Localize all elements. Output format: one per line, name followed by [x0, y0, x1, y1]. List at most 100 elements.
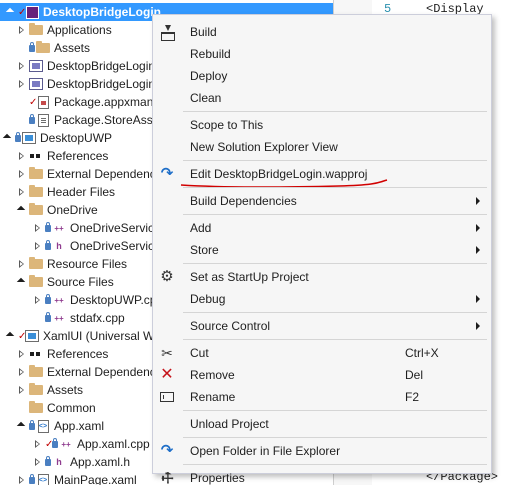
- collapse-arrow-icon[interactable]: [33, 439, 43, 449]
- menu-item-cut[interactable]: ✂ Cut Ctrl+X: [153, 342, 491, 364]
- menu-item-label: Clean: [190, 91, 222, 105]
- xaml-icon: <>: [36, 473, 50, 485]
- lock-icon: [45, 455, 51, 466]
- collapse-arrow-icon[interactable]: [17, 475, 27, 485]
- collapse-arrow-icon[interactable]: [17, 61, 27, 71]
- menu-item-open-folder-in-file-explorer[interactable]: ↷ Open Folder in File Explorer: [153, 440, 491, 462]
- folder-icon: [29, 257, 43, 271]
- expand-arrow-icon[interactable]: [17, 277, 27, 287]
- tree-item-label: OneDrive: [47, 203, 98, 217]
- redo-icon: ↷: [160, 165, 174, 182]
- menu-separator: [183, 410, 487, 411]
- menu-item-scope-to-this[interactable]: Scope to This: [153, 114, 491, 136]
- menu-separator: [183, 437, 487, 438]
- menu-item-rename[interactable]: Rename F2: [153, 386, 491, 408]
- tree-item-label: References: [47, 149, 109, 163]
- scissors-icon: ✂: [161, 345, 173, 361]
- collapse-arrow-icon[interactable]: [17, 169, 27, 179]
- context-menu: Build Rebuild Deploy Clean Scope to This New …: [152, 14, 492, 485]
- lock-icon: [29, 113, 35, 124]
- lock-icon: [29, 419, 35, 430]
- menu-item-debug[interactable]: Debug: [153, 288, 491, 310]
- tree-item-label: References: [47, 347, 109, 361]
- collapse-arrow-icon[interactable]: [33, 295, 43, 305]
- expand-arrow-icon[interactable]: [6, 7, 16, 17]
- menu-item-set-as-startup-project[interactable]: ⚙ Set as StartUp Project: [153, 266, 491, 288]
- menu-item-label: Deploy: [190, 69, 228, 83]
- expand-arrow-icon[interactable]: [17, 205, 27, 215]
- rename-icon: [159, 389, 175, 405]
- collapse-arrow-icon[interactable]: [17, 349, 27, 359]
- menu-item-source-control[interactable]: Source Control: [153, 315, 491, 337]
- cpp-icon: ++: [54, 223, 64, 233]
- collapse-arrow-icon[interactable]: [33, 223, 43, 233]
- tree-item-label: Header Files: [47, 185, 116, 199]
- references-icon: [29, 347, 43, 361]
- tree-item-label: DesktopBridgeLogin: [47, 77, 156, 91]
- collapse-arrow-icon[interactable]: [17, 367, 27, 377]
- collapse-arrow-icon[interactable]: [17, 79, 27, 89]
- menu-item-label: Add: [190, 221, 212, 235]
- menu-item-store[interactable]: Store: [153, 239, 491, 261]
- menu-item-label: Source Control: [190, 319, 271, 333]
- menu-item-label: Cut: [190, 346, 209, 360]
- collapse-arrow-icon[interactable]: [33, 457, 43, 467]
- collapse-arrow-icon[interactable]: [33, 241, 43, 251]
- folder-icon: [36, 41, 50, 55]
- menu-item-shortcut: Del: [405, 368, 424, 382]
- gear-icon: ⚙: [160, 268, 174, 285]
- lock-icon: [45, 239, 51, 250]
- menu-item-unload-project[interactable]: Unload Project: [153, 413, 491, 435]
- menu-item-build[interactable]: Build: [153, 21, 491, 43]
- expand-arrow-icon[interactable]: [6, 331, 16, 341]
- menu-separator: [183, 111, 487, 112]
- menu-item-shortcut: F2: [405, 390, 420, 404]
- menu-item-properties[interactable]: ⚒ Properties: [153, 467, 491, 485]
- submenu-arrow-icon: [476, 246, 480, 254]
- menu-item-rebuild[interactable]: Rebuild: [153, 43, 491, 65]
- menu-item-remove[interactable]: ✕ Remove Del: [153, 364, 491, 386]
- tree-item-label: Applications: [47, 23, 112, 37]
- menu-item-label: Rebuild: [190, 47, 231, 61]
- xaml-icon: <>: [36, 419, 50, 433]
- tree-item-label: DesktopUWP.cpp: [70, 293, 164, 307]
- menu-item-deploy[interactable]: Deploy: [153, 65, 491, 87]
- collapse-arrow-icon[interactable]: [17, 187, 27, 197]
- collapse-arrow-icon[interactable]: [17, 259, 27, 269]
- collapse-arrow-icon[interactable]: [17, 25, 27, 35]
- menu-item-label: Rename: [190, 390, 236, 404]
- collapse-arrow-icon[interactable]: [17, 385, 27, 395]
- menu-item-label: Set as StartUp Project: [190, 270, 309, 284]
- collapse-arrow-icon[interactable]: [17, 151, 27, 161]
- menu-item-add[interactable]: Add: [153, 217, 491, 239]
- pending-change-check-icon: ✓: [18, 330, 27, 342]
- menu-item-edit-desktopbridgelogin-wapproj[interactable]: ↷ Edit DesktopBridgeLogin.wapproj: [153, 163, 491, 188]
- menu-item-label: Scope to This: [190, 118, 264, 132]
- lock-icon: [15, 131, 21, 142]
- menu-item-clean[interactable]: Clean: [153, 87, 491, 109]
- menu-item-build-dependencies[interactable]: Build Dependencies: [153, 190, 491, 212]
- menu-item-label: Build Dependencies: [190, 194, 297, 208]
- tree-item-label: OneDriveService: [70, 221, 161, 235]
- menu-item-new-solution-explorer-view[interactable]: New Solution Explorer View: [153, 136, 491, 158]
- submenu-arrow-icon: [476, 322, 480, 330]
- lock-icon: [45, 311, 51, 322]
- tree-item-label: App.xaml.h: [70, 455, 131, 469]
- folder-icon: [29, 167, 43, 181]
- tree-item-label: Assets: [47, 383, 84, 397]
- tree-item-label: DesktopBridgeLogin: [47, 59, 156, 73]
- cpp-icon: ++: [61, 439, 71, 449]
- menu-separator: [183, 214, 487, 215]
- menu-item-label: Debug: [190, 292, 226, 306]
- expand-arrow-icon[interactable]: [17, 421, 27, 431]
- folder-icon: [29, 383, 43, 397]
- lock-icon: [29, 473, 35, 484]
- menu-separator: [183, 339, 487, 340]
- lock-icon: [29, 41, 35, 52]
- folder-icon: [29, 401, 43, 415]
- expand-arrow-icon[interactable]: [3, 133, 13, 143]
- header-icon: h: [56, 457, 62, 467]
- folder-icon: [29, 23, 43, 37]
